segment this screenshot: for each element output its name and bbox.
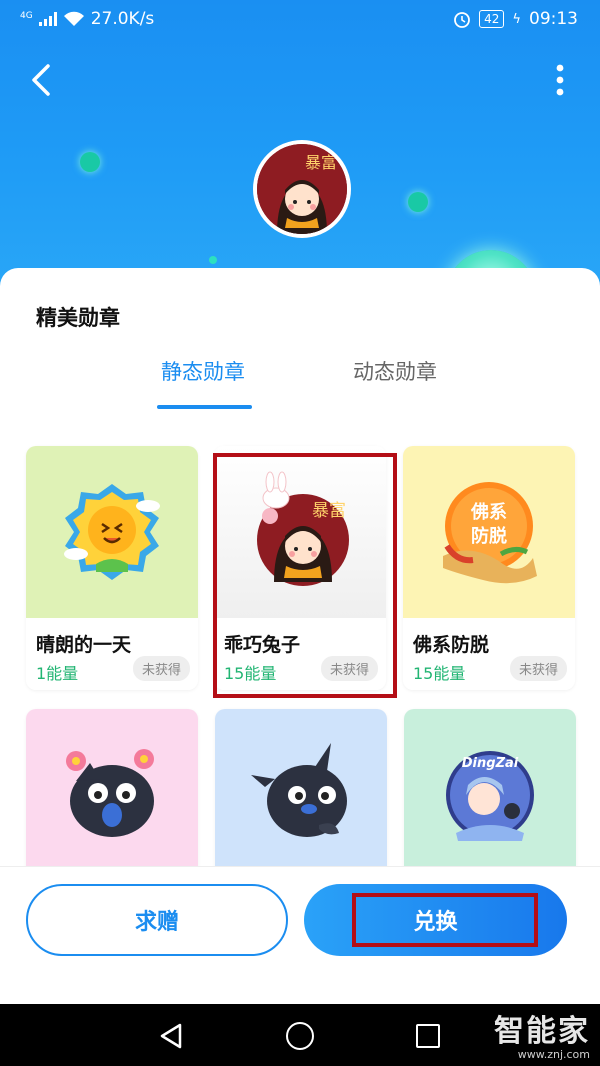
medal-card[interactable] — [215, 709, 387, 881]
network-type: 4G — [20, 10, 33, 21]
nav-back-icon[interactable] — [158, 1022, 184, 1050]
status-bar: 4G 27.0K/s 42 ϟ 09:13 — [0, 0, 600, 40]
charging-icon: ϟ — [512, 11, 521, 27]
medal-name: 晴朗的一天 — [36, 634, 132, 656]
energy-bolt-icon — [408, 192, 428, 212]
nav-home-icon[interactable] — [286, 1022, 314, 1050]
medal-energy-cost: 1能量 — [36, 664, 79, 683]
ginger-badge-icon: 佛系 防脱 — [403, 446, 575, 618]
tab-static-medals[interactable]: 静态勋章 — [161, 356, 245, 386]
watermark-url: www.znj.com — [517, 1048, 590, 1061]
signal-icon — [38, 12, 57, 26]
medal-art-caption: 佛系 — [470, 501, 507, 523]
nav-recents-icon[interactable] — [416, 1024, 440, 1048]
medal-card[interactable]: 晴朗的一天 1能量 未获得 — [26, 446, 198, 690]
network-speed: 27.0K/s — [90, 9, 155, 29]
medal-art-caption: 防脱 — [471, 525, 507, 547]
back-arrow-icon[interactable] — [26, 62, 58, 98]
selected-medal-highlight — [213, 453, 397, 698]
request-gift-button[interactable]: 求赠 — [26, 884, 288, 956]
status-badge: 未获得 — [509, 656, 567, 681]
more-options-icon[interactable] — [556, 64, 564, 96]
medal-card[interactable] — [26, 709, 198, 881]
avatar-caption: 暴富 — [305, 153, 337, 172]
medal-name: 佛系防脱 — [413, 634, 490, 656]
status-badge: 未获得 — [132, 656, 190, 681]
battery-level: 42 — [479, 10, 505, 28]
wifi-icon — [63, 11, 84, 26]
top-bar — [0, 50, 600, 110]
exchange-button-highlight — [352, 893, 538, 947]
current-medal-avatar: 暴富 — [253, 140, 351, 238]
medal-card[interactable]: DingZai — [404, 709, 576, 881]
decor-dot — [209, 256, 217, 264]
sunflower-badge-icon — [26, 446, 198, 618]
girl-avatar-icon: 暴富 — [257, 144, 347, 234]
crow-flowers-badge-icon — [26, 709, 198, 881]
dingzai-badge-icon: DingZai — [404, 709, 576, 881]
medal-energy-cost: 15能量 — [413, 664, 466, 683]
active-tab-indicator — [157, 405, 252, 409]
tab-dynamic-medals[interactable]: 动态勋章 — [353, 356, 437, 386]
energy-bolt-icon — [80, 152, 100, 172]
medal-card[interactable]: 佛系 防脱 佛系防脱 15能量 未获得 — [403, 446, 575, 690]
watermark: 智能家 www.znj.com — [494, 1006, 590, 1061]
section-title: 精美勋章 — [36, 306, 120, 330]
medal-art-caption: DingZai — [462, 756, 519, 771]
header-banner: 4G 27.0K/s 42 ϟ 09:13 暴富 — [0, 0, 600, 300]
watermark-brand: 智能家 — [494, 1014, 590, 1049]
system-nav-bar: 智能家 www.znj.com — [0, 1004, 600, 1066]
clock: 09:13 — [529, 9, 578, 29]
alarm-icon — [454, 12, 471, 28]
crow-badge-icon — [215, 709, 387, 881]
